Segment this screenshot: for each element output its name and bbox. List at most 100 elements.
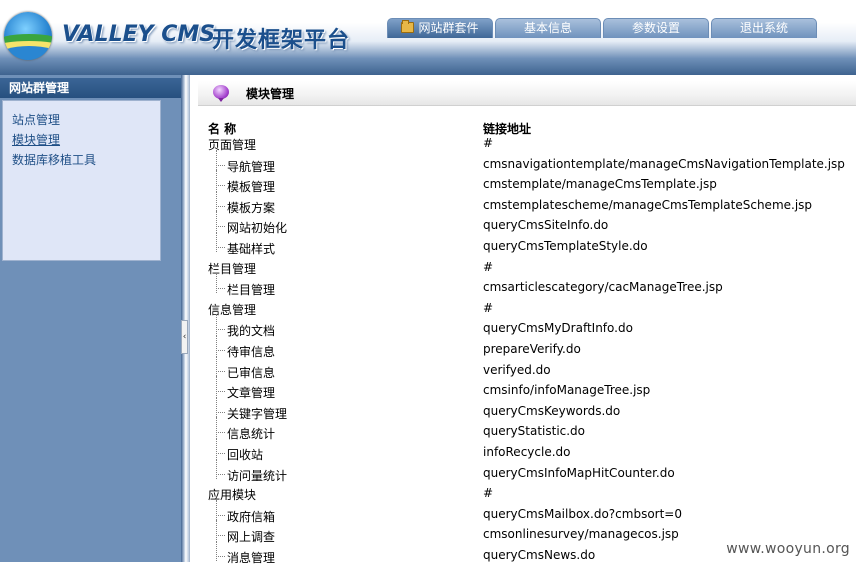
tree-line <box>216 190 217 211</box>
tree-line <box>216 432 225 434</box>
module-name: 政府信箱 <box>227 509 276 524</box>
module-link: cmsonlinesurvey/managecos.jsp <box>483 527 679 542</box>
tree-line <box>216 288 225 290</box>
tree-line <box>216 185 225 187</box>
module-link: # <box>483 486 494 501</box>
sidebar-menu: 站点管理 模块管理 数据库移植工具 <box>2 100 161 261</box>
tree-line <box>216 499 217 520</box>
module-link: cmstemplatescheme/manageCmsTemplateSchem… <box>483 197 813 212</box>
page-title: 模块管理 <box>246 87 295 101</box>
tree-line <box>216 520 217 541</box>
tab-basic-info[interactable]: 基本信息 <box>495 18 601 38</box>
module-name: 导航管理 <box>227 159 276 174</box>
tree-line <box>216 149 217 170</box>
tree-line <box>216 246 225 248</box>
module-link: cmstemplate/manageCmsTemplate.jsp <box>483 177 717 192</box>
tab-label: 参数设置 <box>631 21 680 35</box>
tree-line <box>216 334 217 355</box>
tree-line <box>216 314 217 335</box>
valley-logo-icon <box>4 12 52 60</box>
module-name: 消息管理 <box>227 550 276 565</box>
tree-line <box>216 205 225 207</box>
tree-line <box>216 452 225 454</box>
module-link: # <box>483 300 494 315</box>
module-link: queryCmsSiteInfo.do <box>483 218 609 233</box>
column-header-link: 链接地址 <box>483 122 532 136</box>
module-link: infoRecycle.do <box>483 444 571 459</box>
tab-logout[interactable]: 退出系统 <box>711 18 817 38</box>
tree-line <box>216 437 217 458</box>
tree-line <box>216 540 217 561</box>
tree-line <box>216 555 225 557</box>
tree-line <box>216 370 225 372</box>
module-link: verifyed.do <box>483 362 551 377</box>
tree-line <box>216 514 225 516</box>
tab-site-group-suite[interactable]: 网站群套件 <box>387 18 493 38</box>
module-name: 模板管理 <box>227 180 276 195</box>
module-link: # <box>483 136 494 150</box>
module-link: queryCmsNews.do <box>483 547 596 562</box>
module-link: queryCmsMailbox.do?cmbsort=0 <box>483 506 682 521</box>
sidebar-splitter[interactable] <box>181 75 189 562</box>
folder-icon <box>401 20 415 33</box>
tree-line <box>216 170 217 191</box>
top-tabs: 网站群套件 基本信息 参数设置 退出系统 <box>387 18 819 38</box>
tree-line <box>216 391 225 393</box>
module-link: cmsinfo/infoManageTree.jsp <box>483 383 651 398</box>
sidebar-item-db-migration-tool[interactable]: 数据库移植工具 <box>12 150 160 170</box>
tree-line <box>216 473 225 475</box>
module-name: 我的文档 <box>227 324 276 339</box>
module-name: 网站初始化 <box>227 221 288 236</box>
module-link: queryStatistic.do <box>483 424 586 439</box>
tree-line <box>216 164 225 166</box>
tree-line <box>216 231 217 252</box>
module-link: queryCmsTemplateStyle.do <box>483 238 648 253</box>
sidebar: 网站群管理 站点管理 模块管理 数据库移植工具 <box>0 75 184 562</box>
tree-line <box>216 349 225 351</box>
tree-line <box>216 329 225 331</box>
tree-line <box>216 355 217 376</box>
content-title-bar: 模块管理 <box>198 81 856 106</box>
module-name: 回收站 <box>227 447 264 462</box>
tab-label: 退出系统 <box>739 21 788 35</box>
brand-name: VALLEY CMS <box>62 22 216 47</box>
watermark: www.wooyun.org <box>724 540 852 558</box>
tab-label: 基本信息 <box>523 21 572 35</box>
module-link: # <box>483 259 494 274</box>
module-name: 文章管理 <box>227 386 276 401</box>
column-header-name: 名 称 <box>208 122 237 136</box>
module-link: cmsnavigationtemplate/manageCmsNavigatio… <box>483 156 845 171</box>
tree-line <box>216 226 225 228</box>
tab-parameter-settings[interactable]: 参数设置 <box>603 18 709 38</box>
collapse-sidebar-button[interactable]: ‹ <box>181 320 188 354</box>
sidebar-item-site-management[interactable]: 站点管理 <box>12 110 160 130</box>
module-link: queryCmsInfoMapHitCounter.do <box>483 465 675 480</box>
module-link: queryCmsKeywords.do <box>483 403 621 418</box>
tree-line <box>216 535 225 537</box>
tab-label: 网站群套件 <box>418 21 479 35</box>
module-name: 信息统计 <box>227 427 276 442</box>
speech-bubble-icon <box>213 85 229 102</box>
module-link: queryCmsMyDraftInfo.do <box>483 321 633 336</box>
module-name: 网上调查 <box>227 530 276 545</box>
sidebar-item-module-management[interactable]: 模块管理 <box>12 130 160 150</box>
tree-line <box>216 411 225 413</box>
tree-line <box>216 458 217 479</box>
tree-line <box>216 211 217 232</box>
main-content: 模块管理 名 称 链接地址 页面管理 # 导航管理 cmsnavigationtemp… <box>189 75 856 565</box>
tree-line <box>216 376 217 397</box>
module-name: 待审信息 <box>227 344 276 359</box>
app-header: VALLEY CMS 开发框架平台 网站群套件 基本信息 参数设置 退出系统 <box>0 0 856 75</box>
tree-line <box>216 417 217 438</box>
tree-line <box>216 396 217 417</box>
module-name: 栏目管理 <box>227 283 276 298</box>
module-link: cmsarticlescategory/cacManageTree.jsp <box>483 280 723 295</box>
module-name: 模板方案 <box>227 200 276 215</box>
tree-line <box>216 273 217 294</box>
module-name: 关键字管理 <box>227 406 288 421</box>
sidebar-title: 网站群管理 <box>0 78 184 98</box>
module-link: prepareVerify.do <box>483 341 581 356</box>
module-name: 基础样式 <box>227 241 276 256</box>
brand-subtitle: 开发框架平台 <box>212 28 351 53</box>
module-name: 访问量统计 <box>227 468 288 483</box>
